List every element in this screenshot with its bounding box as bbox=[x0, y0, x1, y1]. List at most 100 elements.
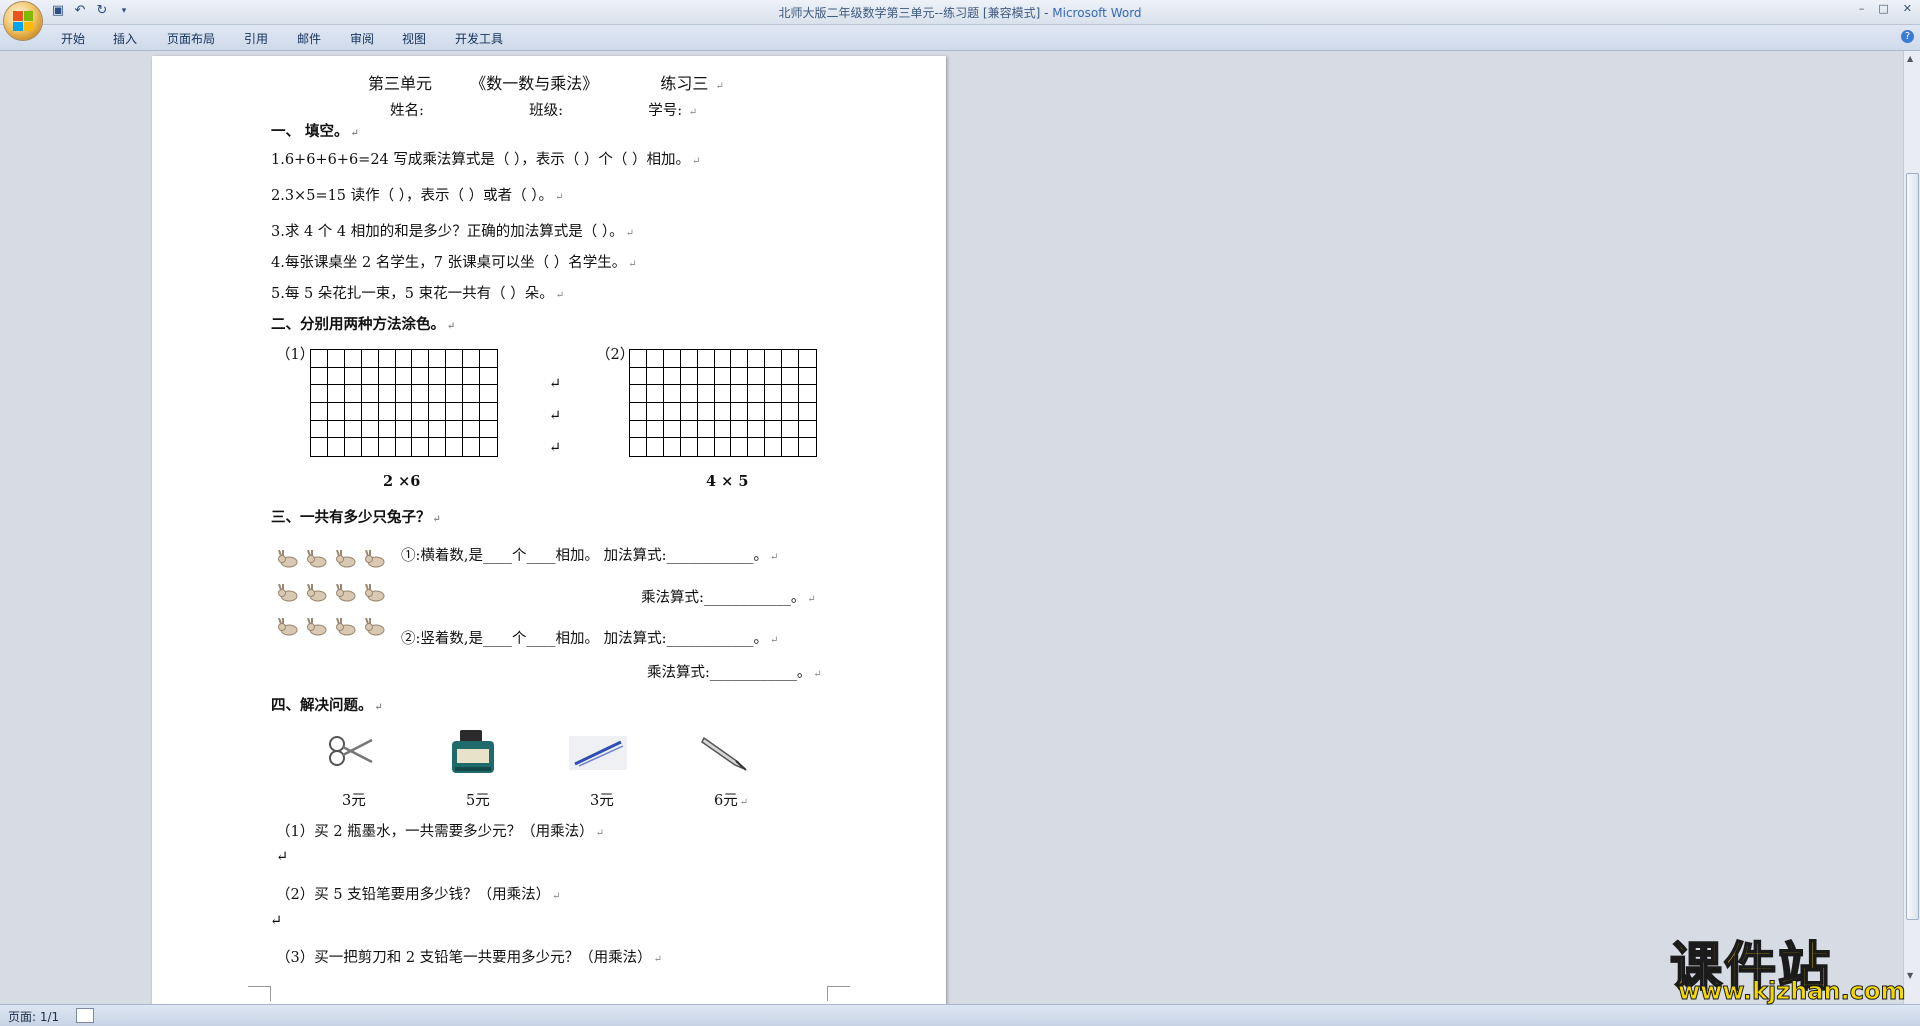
grid-cell[interactable] bbox=[311, 420, 328, 439]
grid-cell[interactable] bbox=[646, 402, 664, 421]
grid-cell[interactable] bbox=[697, 350, 715, 368]
scroll-down-icon[interactable]: ▼ bbox=[1907, 971, 1913, 980]
grid-cell[interactable] bbox=[480, 350, 497, 368]
grid-cell[interactable] bbox=[395, 367, 413, 386]
tab-view[interactable]: 视图 bbox=[402, 30, 426, 47]
office-button[interactable] bbox=[4, 2, 42, 40]
grid-cell[interactable] bbox=[446, 438, 464, 456]
grid-cell[interactable] bbox=[698, 438, 715, 456]
grid-cell[interactable] bbox=[480, 438, 497, 456]
tab-insert[interactable]: 插入 bbox=[113, 30, 137, 47]
grid-cell[interactable] bbox=[647, 438, 664, 456]
grid-cell[interactable] bbox=[429, 367, 447, 386]
grid-cell[interactable] bbox=[311, 350, 328, 368]
grid-cell[interactable] bbox=[429, 420, 447, 439]
grid-cell[interactable] bbox=[663, 420, 681, 439]
grid-cell[interactable] bbox=[663, 367, 681, 386]
grid-cell[interactable] bbox=[480, 403, 497, 421]
grid-cell[interactable] bbox=[630, 367, 647, 386]
grid-cell[interactable] bbox=[731, 385, 749, 403]
grid-cell[interactable] bbox=[395, 385, 413, 403]
grid-cell[interactable] bbox=[731, 367, 749, 386]
grid-cell[interactable] bbox=[799, 350, 816, 368]
grid-cell[interactable] bbox=[361, 367, 379, 386]
grid-cell[interactable] bbox=[697, 420, 715, 439]
grid-cell[interactable] bbox=[378, 367, 396, 386]
grid-cell[interactable] bbox=[429, 402, 447, 421]
grid-cell[interactable] bbox=[714, 402, 732, 421]
grid-cell[interactable] bbox=[663, 402, 681, 421]
grid-cell[interactable] bbox=[765, 385, 783, 403]
grid-cell[interactable] bbox=[664, 438, 681, 456]
grid-cell[interactable] bbox=[680, 385, 698, 403]
vertical-scrollbar[interactable]: ▲ ▼ bbox=[1903, 51, 1920, 1004]
grid-cell[interactable] bbox=[697, 367, 715, 386]
grid-cell[interactable] bbox=[429, 385, 447, 403]
tab-mailings[interactable]: 邮件 bbox=[297, 30, 321, 47]
grid-cell[interactable] bbox=[630, 420, 647, 439]
scrollbar-thumb[interactable] bbox=[1906, 173, 1919, 920]
grid-cell[interactable] bbox=[446, 350, 464, 368]
grid-cell[interactable] bbox=[680, 420, 698, 439]
grid-cell[interactable] bbox=[327, 367, 345, 386]
grid-cell[interactable] bbox=[446, 402, 464, 421]
grid-cell[interactable] bbox=[344, 385, 362, 403]
grid-cell[interactable] bbox=[748, 385, 766, 403]
grid-cell[interactable] bbox=[480, 385, 497, 403]
grid-cell[interactable] bbox=[463, 367, 481, 386]
grid-cell[interactable] bbox=[311, 385, 328, 403]
grid-cell[interactable] bbox=[680, 367, 698, 386]
grid-cell[interactable] bbox=[714, 420, 732, 439]
grid-cell[interactable] bbox=[646, 367, 664, 386]
grid-cell[interactable] bbox=[715, 438, 732, 456]
maximize-button[interactable]: □ bbox=[1878, 2, 1888, 15]
grid-cell[interactable] bbox=[646, 420, 664, 439]
grid-cell[interactable] bbox=[463, 420, 481, 439]
grid-cell[interactable] bbox=[412, 367, 430, 386]
grid-cell[interactable] bbox=[697, 385, 715, 403]
grid-cell[interactable] bbox=[765, 350, 783, 368]
grid-cell[interactable] bbox=[714, 367, 732, 386]
minimize-button[interactable]: – bbox=[1859, 2, 1865, 15]
grid-cell[interactable] bbox=[799, 438, 816, 456]
grid-cell[interactable] bbox=[731, 438, 749, 456]
grid-cell[interactable] bbox=[446, 367, 464, 386]
grid-cell[interactable] bbox=[327, 420, 345, 439]
grid-cell[interactable] bbox=[412, 402, 430, 421]
grid-cell[interactable] bbox=[799, 421, 816, 439]
language-icon[interactable] bbox=[76, 1008, 94, 1023]
grid-cell[interactable] bbox=[395, 350, 413, 368]
grid-cell[interactable] bbox=[630, 402, 647, 421]
grid-cell[interactable] bbox=[799, 403, 816, 421]
grid-cell[interactable] bbox=[429, 350, 447, 368]
grid-cell[interactable] bbox=[782, 438, 800, 456]
grid-cell[interactable] bbox=[429, 438, 447, 456]
grid-cell[interactable] bbox=[361, 420, 379, 439]
tab-review[interactable]: 审阅 bbox=[350, 30, 374, 47]
coloring-grid-2[interactable] bbox=[629, 349, 817, 457]
grid-cell[interactable] bbox=[782, 350, 800, 368]
grid-cell[interactable] bbox=[765, 438, 783, 456]
grid-cell[interactable] bbox=[748, 350, 766, 368]
grid-cell[interactable] bbox=[714, 350, 732, 368]
grid-cell[interactable] bbox=[311, 438, 328, 456]
grid-cell[interactable] bbox=[362, 438, 379, 456]
grid-cell[interactable] bbox=[463, 438, 481, 456]
document-page[interactable]: 第三单元 《数一数与乘法》 练习三 ↵ 姓名: 班级: 学号: ↵ 一、 填空。… bbox=[152, 56, 946, 1004]
page-indicator[interactable]: 页面: 1/1 bbox=[8, 1008, 59, 1025]
grid-cell[interactable] bbox=[630, 385, 647, 403]
grid-cell[interactable] bbox=[731, 420, 749, 439]
grid-cell[interactable] bbox=[748, 402, 766, 421]
grid-cell[interactable] bbox=[714, 385, 732, 403]
grid-cell[interactable] bbox=[412, 385, 430, 403]
scroll-up-icon[interactable]: ▲ bbox=[1907, 54, 1913, 63]
grid-cell[interactable] bbox=[782, 402, 800, 421]
grid-cell[interactable] bbox=[630, 350, 647, 368]
grid-cell[interactable] bbox=[446, 420, 464, 439]
grid-cell[interactable] bbox=[345, 438, 362, 456]
grid-cell[interactable] bbox=[480, 421, 497, 439]
grid-cell[interactable] bbox=[344, 402, 362, 421]
grid-cell[interactable] bbox=[680, 350, 698, 368]
grid-cell[interactable] bbox=[748, 438, 766, 456]
grid-cell[interactable] bbox=[396, 438, 413, 456]
